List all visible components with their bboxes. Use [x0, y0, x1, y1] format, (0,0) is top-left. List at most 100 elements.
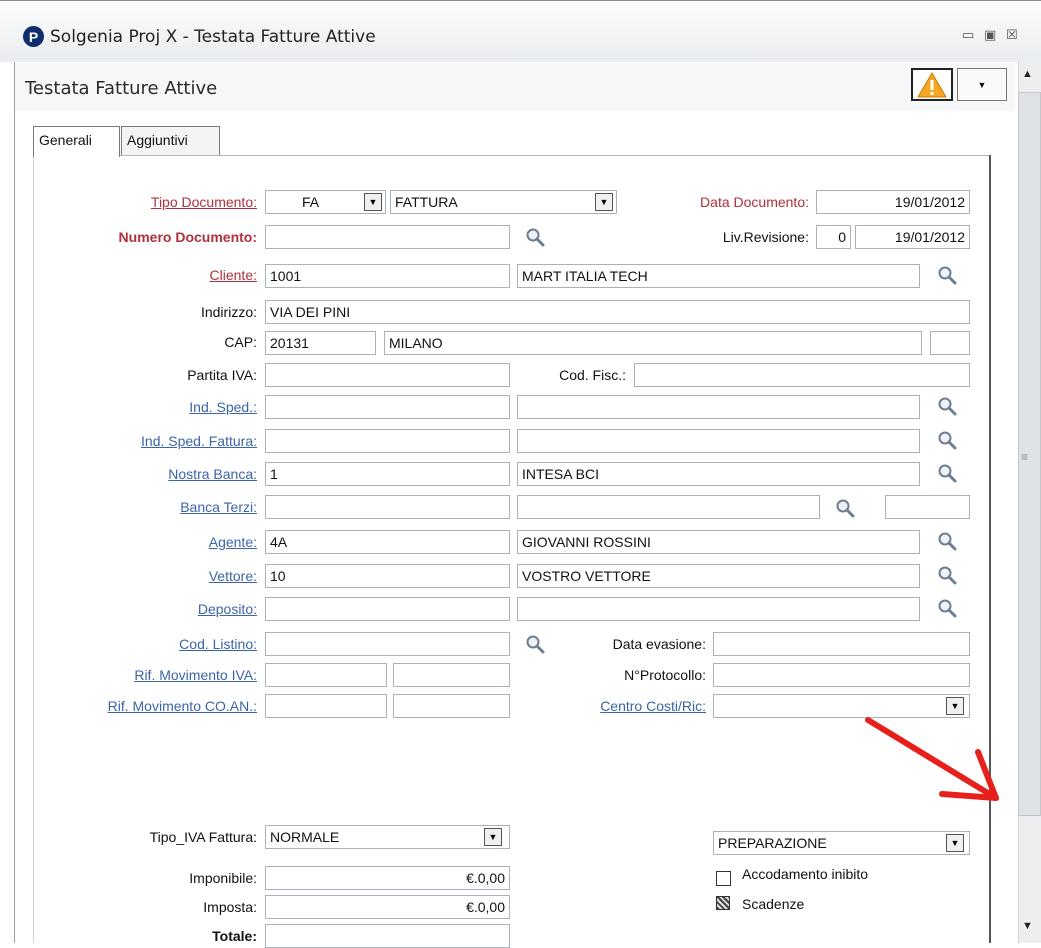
vettore-desc-input[interactable]: VOSTRO VETTORE: [517, 564, 920, 588]
vettore-search-icon[interactable]: [936, 564, 958, 589]
minimize-button[interactable]: ▭: [962, 28, 974, 43]
partita-iva-label: Partita IVA:: [187, 367, 257, 383]
cliente-code-input[interactable]: 1001: [265, 264, 510, 288]
stato-select[interactable]: PREPARAZIONE: [713, 831, 970, 855]
banca-terzi-search-icon[interactable]: [834, 497, 856, 522]
cliente-label[interactable]: Cliente:: [60, 267, 257, 283]
centro-costi-label[interactable]: Centro Costi/Ric:: [560, 698, 706, 714]
nostra-banca-search-icon[interactable]: [936, 462, 958, 487]
chevron-down-icon: ▼: [950, 701, 960, 711]
cod-fisc-label: Cod. Fisc.:: [559, 367, 626, 383]
n-protocollo-label: N°Protocollo:: [624, 667, 706, 683]
tipo-iva-fattura-select[interactable]: NORMALE: [265, 825, 510, 849]
cod-listino-search-icon[interactable]: [524, 633, 546, 658]
imposta-label: Imposta:: [203, 899, 257, 915]
agente-desc-input[interactable]: GIOVANNI ROSSINI: [517, 530, 920, 554]
nostra-banca-desc-input[interactable]: INTESA BCI: [517, 462, 920, 486]
warnings-button[interactable]: [911, 68, 953, 101]
nostra-banca-label[interactable]: Nostra Banca:: [60, 466, 257, 482]
data-evasione-input[interactable]: [713, 632, 970, 656]
banca-terzi-code-input[interactable]: [265, 495, 510, 519]
liv-revisione-label: Liv.Revisione:: [722, 229, 809, 245]
cod-listino-input[interactable]: [265, 632, 510, 656]
n-protocollo-input[interactable]: [713, 663, 970, 687]
tab-panel-right-border: [989, 155, 991, 943]
ind-sped-label[interactable]: Ind. Sped.:: [60, 399, 257, 415]
banca-terzi-extra-input[interactable]: [885, 495, 970, 519]
tab-panel-border: [33, 155, 990, 156]
tipo-documento-desc-select[interactable]: FATTURA: [390, 190, 617, 214]
indirizzo-input[interactable]: VIA DEI PINI: [265, 300, 970, 324]
vettore-label[interactable]: Vettore:: [60, 568, 257, 584]
deposito-label[interactable]: Deposito:: [60, 601, 257, 617]
nostra-banca-code-input[interactable]: 1: [265, 462, 510, 486]
imponibile-input[interactable]: €.0,00: [265, 866, 510, 890]
totale-input[interactable]: [265, 924, 510, 948]
rif-movimento-coan-label[interactable]: Rif. Movimento CO.AN.:: [40, 698, 257, 714]
agente-code-input[interactable]: 4A: [265, 530, 510, 554]
scroll-up-arrow-icon[interactable]: ▲: [1022, 68, 1033, 80]
cod-listino-label[interactable]: Cod. Listino:: [60, 636, 257, 652]
ind-sped-search-icon[interactable]: [936, 395, 958, 420]
citta-input[interactable]: MILANO: [384, 331, 922, 355]
deposito-search-icon[interactable]: [936, 597, 958, 622]
warnings-dropdown-button[interactable]: ▼: [957, 68, 1007, 101]
agente-label[interactable]: Agente:: [60, 534, 257, 550]
liv-revisione-date-input[interactable]: 19/01/2012: [855, 225, 970, 249]
tab-generali[interactable]: Generali: [33, 126, 120, 157]
banca-terzi-desc-input[interactable]: [517, 495, 820, 519]
ind-sped-fattura-desc-input[interactable]: [517, 429, 920, 453]
chevron-down-icon: ▼: [977, 79, 987, 90]
stato-dropdown-button[interactable]: ▼: [946, 834, 964, 852]
scroll-grip-icon: ≡: [1021, 450, 1029, 464]
liv-revisione-input[interactable]: 0: [816, 225, 851, 249]
tab-aggiuntivi[interactable]: Aggiuntivi: [121, 126, 220, 156]
imposta-input[interactable]: €.0,00: [265, 895, 510, 919]
accodamento-inibito-label: Accodamento inibito: [742, 866, 869, 882]
page-title: Testata Fatture Attive: [25, 78, 218, 99]
banca-terzi-label[interactable]: Banca Terzi:: [60, 499, 257, 515]
accodamento-inibito-checkbox[interactable]: [716, 871, 731, 886]
restore-button[interactable]: ▣: [984, 28, 996, 43]
rif-movimento-iva-a-input[interactable]: [265, 663, 387, 687]
cliente-name-input[interactable]: MART ITALIA TECH: [517, 264, 920, 288]
rif-movimento-coan-b-input[interactable]: [393, 694, 510, 718]
tipo-documento-code-dropdown-button[interactable]: ▼: [364, 193, 382, 211]
ind-sped-code-input[interactable]: [265, 395, 510, 419]
cod-fisc-input[interactable]: [634, 363, 970, 387]
ind-sped-fattura-search-icon[interactable]: [936, 429, 958, 454]
deposito-desc-input[interactable]: [517, 597, 920, 621]
app-logo-icon: P: [23, 26, 44, 47]
numero-documento-input[interactable]: [265, 225, 510, 249]
data-documento-input[interactable]: 19/01/2012: [816, 190, 970, 214]
provincia-input[interactable]: [930, 331, 970, 355]
deposito-code-input[interactable]: [265, 597, 510, 621]
rif-movimento-iva-label[interactable]: Rif. Movimento IVA:: [60, 667, 257, 683]
tipo-documento-desc-dropdown-button[interactable]: ▼: [595, 193, 613, 211]
agente-search-icon[interactable]: [936, 530, 958, 555]
data-documento-label: Data Documento:: [700, 194, 809, 210]
numero-documento-label: Numero Documento:: [118, 229, 257, 245]
imponibile-label: Imponibile:: [189, 870, 257, 886]
ind-sped-fattura-code-input[interactable]: [265, 429, 510, 453]
cliente-search-icon[interactable]: [936, 264, 958, 289]
ind-sped-fattura-label[interactable]: Ind. Sped. Fattura:: [60, 433, 257, 449]
tipo-documento-label[interactable]: Tipo Documento:: [60, 194, 257, 210]
vettore-code-input[interactable]: 10: [265, 564, 510, 588]
rif-movimento-iva-b-input[interactable]: [393, 663, 510, 687]
scadenze-checkbox[interactable]: [716, 896, 730, 910]
cap-input[interactable]: 20131: [265, 331, 376, 355]
rif-movimento-coan-a-input[interactable]: [265, 694, 387, 718]
chevron-down-icon: ▼: [368, 197, 378, 207]
numero-documento-search-icon[interactable]: [524, 226, 546, 251]
data-evasione-label: Data evasione:: [612, 636, 706, 652]
tipo-iva-fattura-label: Tipo_IVA Fattura:: [149, 829, 257, 845]
tipo-iva-fattura-dropdown-button[interactable]: ▼: [484, 828, 502, 846]
close-button[interactable]: ☒: [1006, 28, 1018, 43]
scroll-down-arrow-icon[interactable]: ▼: [1022, 920, 1033, 932]
partita-iva-input[interactable]: [265, 363, 510, 387]
chevron-down-icon: ▼: [488, 832, 498, 842]
ind-sped-desc-input[interactable]: [517, 395, 920, 419]
window-title: Solgenia Proj X - Testata Fatture Attive: [50, 27, 376, 47]
warning-triangle-icon: [917, 71, 947, 97]
